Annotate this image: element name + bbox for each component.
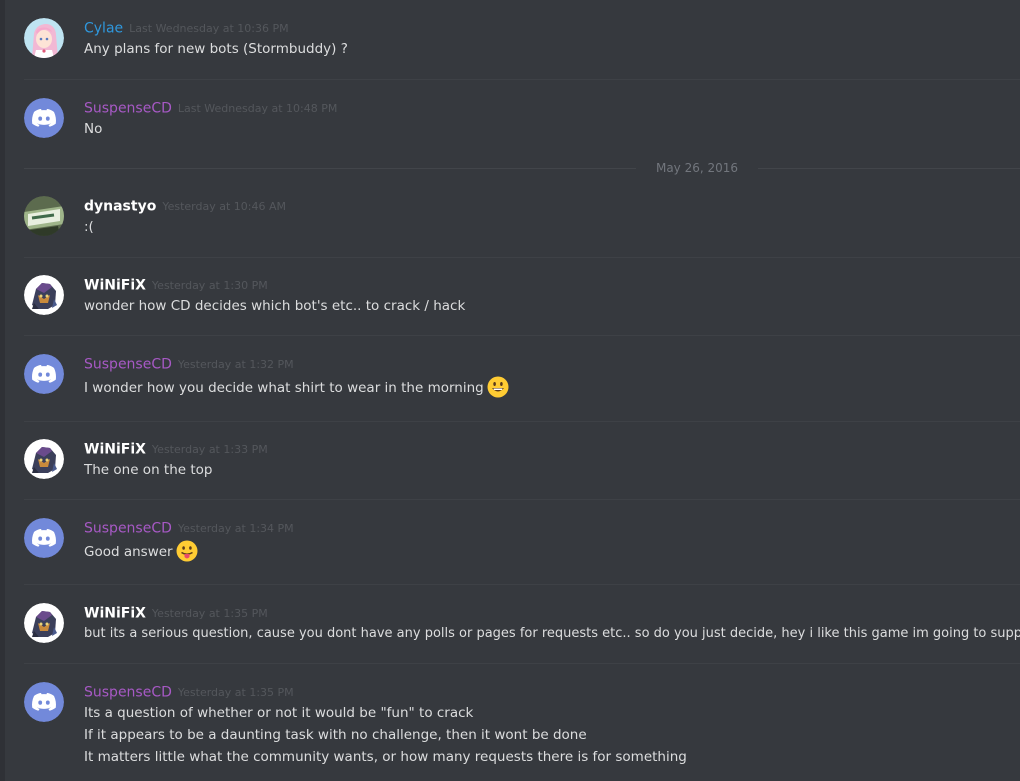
- date-divider: May 26, 2016: [24, 158, 1020, 178]
- author-name[interactable]: SuspenseCD: [84, 685, 172, 701]
- divider-date: May 26, 2016: [655, 161, 739, 175]
- message-timestamp: Yesterday at 1:35 PM: [151, 606, 268, 620]
- author-name[interactable]: SuspenseCD: [84, 521, 172, 537]
- message-timestamp: Yesterday at 1:32 PM: [177, 357, 294, 371]
- character-avatar-icon: [24, 603, 64, 643]
- message-timestamp: Last Wednesday at 10:48 PM: [177, 101, 338, 115]
- user-avatar[interactable]: [24, 603, 64, 643]
- message-separator: [24, 499, 1020, 500]
- character-avatar-icon: [24, 439, 64, 479]
- message-text: The one on the top: [84, 462, 213, 478]
- message-text: Any plans for new bots (Stormbuddy) ?: [84, 41, 348, 57]
- message-separator: [24, 663, 1020, 664]
- discord-logo-icon: [24, 682, 64, 722]
- message-separator: [24, 584, 1020, 585]
- message-timestamp: Yesterday at 1:35 PM: [177, 685, 294, 699]
- message-text: It matters little what the community wan…: [84, 749, 687, 765]
- message-timestamp: Yesterday at 1:33 PM: [151, 442, 268, 456]
- discord-logo-icon: [24, 354, 64, 394]
- anime-avatar-icon: [24, 18, 64, 58]
- author-name[interactable]: Cylae: [84, 21, 123, 37]
- message-item[interactable]: SuspenseCD Last Wednesday at 10:48 PM No: [24, 98, 1020, 160]
- message-item[interactable]: WiNiFiX Yesterday at 1:30 PM wonder how C…: [24, 275, 1020, 336]
- message-item[interactable]: SuspenseCD Yesterday at 1:32 PM I wonder …: [24, 354, 1020, 422]
- discord-logo-icon: [24, 98, 64, 138]
- author-name[interactable]: SuspenseCD: [84, 357, 172, 373]
- user-avatar[interactable]: [24, 18, 64, 58]
- user-avatar[interactable]: [24, 682, 64, 722]
- message-item[interactable]: dynastyo Yesterday at 10:46 AM :(: [24, 196, 1020, 258]
- user-avatar[interactable]: [24, 518, 64, 558]
- author-name[interactable]: WiNiFiX: [84, 442, 146, 458]
- message-item[interactable]: WiNiFiX Yesterday at 1:35 PM but its a se…: [24, 603, 1020, 664]
- author-name[interactable]: SuspenseCD: [84, 101, 172, 117]
- user-avatar[interactable]: [24, 439, 64, 479]
- message-text-line: Good answer: [84, 538, 1012, 566]
- message-text: but its a serious question, cause you do…: [84, 626, 1020, 641]
- message-text: Its a question of whether or not it woul…: [84, 705, 474, 721]
- tongue-emoji-icon: [176, 540, 198, 562]
- message-text-line: I wonder how you decide what shirt to we…: [84, 374, 1012, 402]
- author-name[interactable]: WiNiFiX: [84, 606, 146, 622]
- user-avatar[interactable]: [24, 98, 64, 138]
- message-text: :(: [84, 219, 94, 235]
- message-timestamp: Yesterday at 10:46 AM: [162, 199, 287, 213]
- message-item[interactable]: SuspenseCD Yesterday at 1:35 PM Its a que…: [24, 682, 1020, 781]
- user-avatar[interactable]: [24, 196, 64, 236]
- divider-line: [758, 168, 1020, 169]
- message-timestamp: Yesterday at 1:30 PM: [151, 278, 268, 292]
- discord-logo-icon: [24, 518, 64, 558]
- message-list[interactable]: Cylae Last Wednesday at 10:36 PM Any plan…: [5, 0, 1020, 781]
- user-avatar[interactable]: [24, 354, 64, 394]
- message-text: I wonder how you decide what shirt to we…: [84, 380, 484, 396]
- message-item[interactable]: Cylae Last Wednesday at 10:36 PM Any plan…: [24, 18, 1020, 80]
- message-timestamp: Last Wednesday at 10:36 PM: [129, 21, 289, 35]
- character-avatar-icon: [24, 275, 64, 315]
- message-text: No: [84, 121, 103, 137]
- message-separator: [24, 335, 1020, 336]
- message-text: If it appears to be a daunting task with…: [84, 727, 587, 743]
- message-separator: [24, 257, 1020, 258]
- message-item[interactable]: WiNiFiX Yesterday at 1:33 PM The one on t…: [24, 439, 1020, 500]
- photo-avatar-icon: [24, 196, 64, 236]
- message-timestamp: Yesterday at 1:34 PM: [177, 521, 294, 535]
- smiley-emoji-icon: [487, 376, 509, 398]
- divider-line: [24, 168, 636, 169]
- user-avatar[interactable]: [24, 275, 64, 315]
- author-name[interactable]: dynastyo: [84, 199, 156, 215]
- message-text: Good answer: [84, 544, 173, 560]
- message-separator: [24, 421, 1020, 422]
- message-item[interactable]: SuspenseCD Yesterday at 1:34 PM Good answ…: [24, 518, 1020, 585]
- author-name[interactable]: WiNiFiX: [84, 278, 146, 294]
- message-separator: [24, 79, 1020, 80]
- message-text: wonder how CD decides which bot's etc.. …: [84, 298, 466, 314]
